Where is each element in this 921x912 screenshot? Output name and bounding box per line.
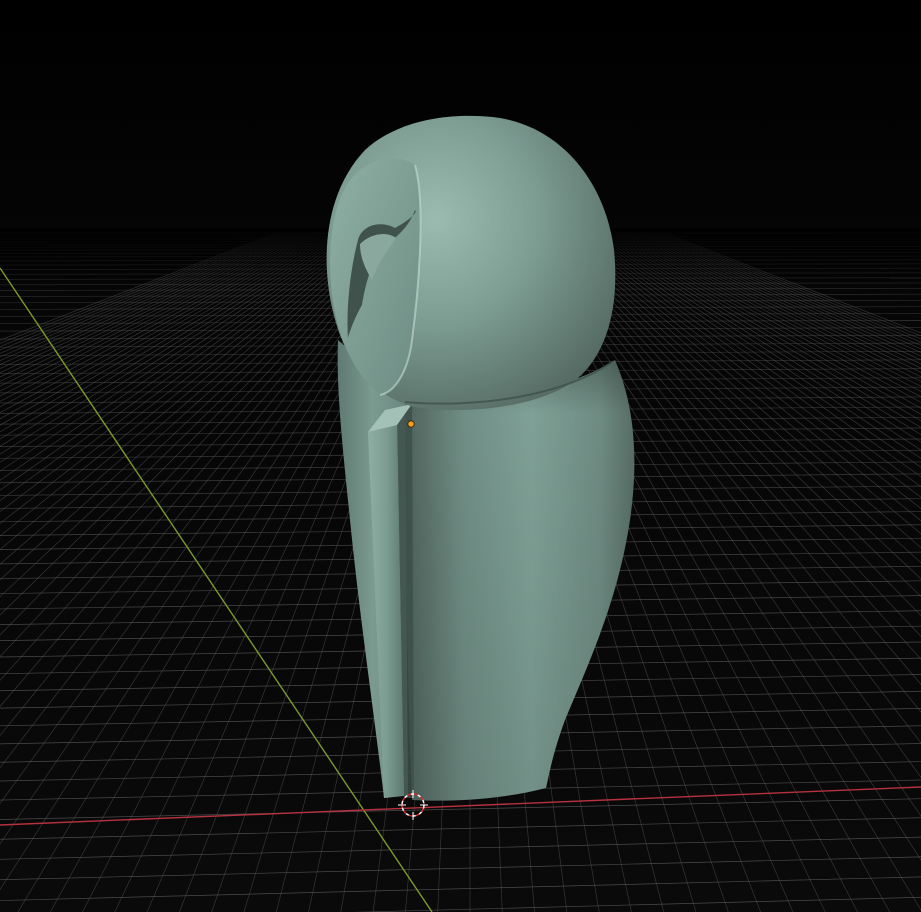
viewport-canvas[interactable] — [0, 0, 921, 912]
3d-viewport[interactable] — [0, 0, 921, 912]
object-origin-dot[interactable] — [407, 420, 415, 428]
